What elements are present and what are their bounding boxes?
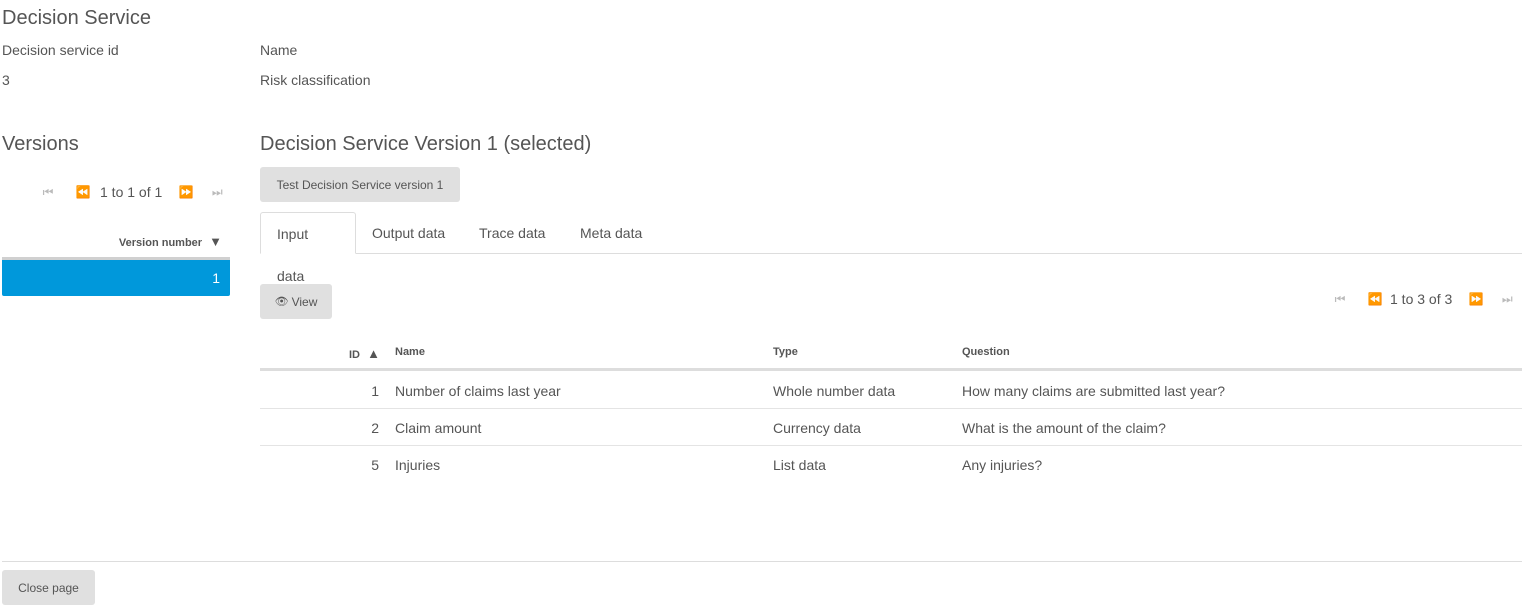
cell-type: List data — [773, 457, 826, 473]
cell-name: Claim amount — [395, 420, 482, 436]
version-number-value: 1 — [212, 270, 220, 286]
next-page-icon[interactable]: ⏩ — [171, 185, 201, 199]
prev-page-icon[interactable]: ⏪ — [68, 185, 98, 199]
view-button[interactable]: 👁 View — [260, 284, 332, 319]
prev-page-icon[interactable]: ⏪ — [1360, 292, 1390, 306]
service-name-value: Risk classification — [260, 72, 371, 88]
cell-name: Injuries — [395, 457, 441, 473]
table-pager-text: 1 to 3 of 3 — [1390, 291, 1453, 307]
cell-question: Any injuries? — [962, 457, 1043, 473]
next-page-icon[interactable]: ⏩ — [1461, 292, 1491, 306]
version-number-header[interactable]: Version number ▼ — [2, 234, 230, 256]
last-page-icon[interactable]: ⏭ — [207, 185, 227, 200]
eye-icon: 👁 — [274, 296, 289, 308]
column-header-id-label: ID — [349, 349, 360, 361]
table-row[interactable]: 2 Claim amount Currency data What is the… — [260, 408, 1522, 446]
table-pager: ⏮ ⏪ 1 to 3 of 3 ⏩ ⏭ — [1330, 289, 1517, 309]
tab-output-data[interactable]: Output data — [356, 212, 461, 254]
page-title: Decision Service — [2, 7, 151, 29]
service-name-label: Name — [260, 42, 298, 58]
column-header-id[interactable]: ID ▲ — [349, 346, 380, 361]
cell-type: Whole number data — [773, 383, 896, 399]
cell-id: 5 — [371, 457, 379, 473]
cell-type: Currency data — [773, 420, 861, 436]
cell-question: What is the amount of the claim? — [962, 420, 1166, 436]
sort-desc-icon: ▼ — [209, 234, 222, 249]
first-page-icon[interactable]: ⏮ — [1330, 292, 1350, 307]
sort-asc-icon: ▲ — [367, 346, 380, 361]
cell-id: 2 — [371, 420, 379, 436]
cell-name: Number of claims last year — [395, 383, 561, 399]
column-header-type[interactable]: Type — [773, 346, 798, 358]
cell-id: 1 — [371, 383, 379, 399]
table-row[interactable]: 5 Injuries List data Any injuries? — [260, 445, 1522, 482]
column-header-question[interactable]: Question — [962, 346, 1010, 358]
versions-pager: ⏮ ⏪ 1 to 1 of 1 ⏩ ⏭ — [38, 182, 227, 202]
tab-meta-data[interactable]: Meta data — [564, 212, 658, 254]
tab-input-data[interactable]: Input data — [260, 212, 356, 284]
service-id-label: Decision service id — [2, 42, 119, 58]
versions-pager-text: 1 to 1 of 1 — [100, 184, 163, 200]
service-id-value: 3 — [2, 72, 10, 88]
version-heading: Decision Service Version 1 (selected) — [260, 133, 592, 155]
cell-question: How many claims are submitted last year? — [962, 383, 1225, 399]
column-header-name[interactable]: Name — [395, 346, 425, 358]
footer-divider — [2, 561, 1522, 562]
first-page-icon[interactable]: ⏮ — [38, 185, 58, 200]
close-page-button[interactable]: Close page — [2, 570, 95, 605]
version-row-selected[interactable]: 1 — [2, 260, 230, 296]
view-button-label: View — [291, 294, 318, 309]
table-row[interactable]: 1 Number of claims last year Whole numbe… — [260, 371, 1522, 409]
versions-heading: Versions — [2, 133, 79, 155]
test-decision-service-button[interactable]: Test Decision Service version 1 — [260, 167, 460, 202]
version-number-header-label: Version number — [118, 237, 203, 249]
tab-trace-data[interactable]: Trace data — [463, 212, 561, 254]
last-page-icon[interactable]: ⏭ — [1497, 292, 1517, 307]
